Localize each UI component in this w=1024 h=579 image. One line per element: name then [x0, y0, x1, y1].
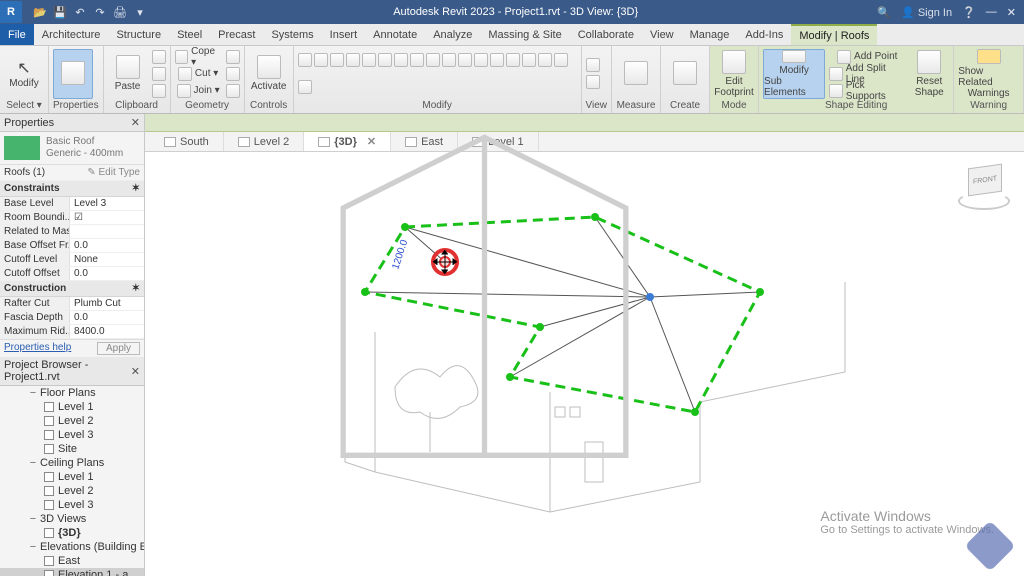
- modify-tool-icon[interactable]: [394, 52, 408, 68]
- tab-massing[interactable]: Massing & Site: [480, 24, 569, 45]
- view-cube[interactable]: FRONT: [954, 160, 1014, 220]
- title-bar: R 📂 💾 ↶ ↷ 🖨 ▾ Autodesk Revit 2023 - Proj…: [0, 0, 1024, 24]
- app-menu-button[interactable]: R: [0, 1, 22, 23]
- ribbon-group-warning: Show RelatedWarnings Warning: [954, 46, 1024, 113]
- view-icon[interactable]: [586, 74, 600, 90]
- pick-supports-button[interactable]: Pick Supports: [829, 83, 905, 99]
- filter-selector[interactable]: Roofs (1): [4, 167, 45, 178]
- search-icon[interactable]: 🔍: [877, 6, 891, 19]
- close-icon[interactable]: ✕: [1007, 6, 1016, 19]
- modify-tool-icon[interactable]: [298, 79, 312, 95]
- modify-tool-icon[interactable]: [554, 52, 568, 68]
- modify-tool-icon[interactable]: [298, 52, 312, 68]
- signin-button[interactable]: 👤 Sign In: [901, 6, 952, 19]
- modify-tool-icon[interactable]: [410, 52, 424, 68]
- paste-button[interactable]: Paste: [108, 49, 148, 99]
- edit-footprint-button[interactable]: EditFootprint: [714, 49, 754, 99]
- reset-shape-button[interactable]: ResetShape: [909, 49, 949, 99]
- modify-tool-icon[interactable]: [474, 52, 488, 68]
- geom-icon-2[interactable]: [226, 66, 240, 82]
- tab-insert[interactable]: Insert: [322, 24, 366, 45]
- modify-tool-icon[interactable]: [362, 52, 376, 68]
- cut-clipboard-button[interactable]: [152, 49, 166, 65]
- modify-tool-icon[interactable]: [538, 52, 552, 68]
- modify-tool-icon[interactable]: [442, 52, 456, 68]
- tree-node[interactable]: {3D}: [0, 526, 144, 540]
- tab-collaborate[interactable]: Collaborate: [570, 24, 642, 45]
- tab-architecture[interactable]: Architecture: [34, 24, 109, 45]
- qat-redo-icon[interactable]: ↷: [92, 4, 108, 20]
- ribbon-tabs: File Architecture Structure Steel Precas…: [0, 24, 1024, 46]
- tab-addins[interactable]: Add-Ins: [737, 24, 791, 45]
- tab-systems[interactable]: Systems: [263, 24, 321, 45]
- join-button[interactable]: Join ▾: [175, 83, 222, 99]
- cut-geom-button[interactable]: Cut ▾: [175, 66, 222, 82]
- modify-tool-icon[interactable]: [458, 52, 472, 68]
- qat-undo-icon[interactable]: ↶: [72, 4, 88, 20]
- ribbon-group-select: ↖Modify Select ▾: [0, 46, 49, 113]
- tab-steel[interactable]: Steel: [169, 24, 210, 45]
- tab-manage[interactable]: Manage: [682, 24, 738, 45]
- activate-button[interactable]: Activate: [249, 49, 289, 99]
- help-icon[interactable]: ❔: [962, 6, 976, 19]
- measure-button[interactable]: [616, 49, 656, 99]
- geom-icon-1[interactable]: [226, 49, 240, 65]
- create-button[interactable]: [665, 49, 705, 99]
- tab-annotate[interactable]: Annotate: [365, 24, 425, 45]
- modify-button[interactable]: ↖Modify: [4, 49, 44, 99]
- tree-node[interactable]: Elevation 1 - a: [0, 568, 144, 576]
- modify-tool-icon[interactable]: [314, 52, 328, 68]
- tab-precast[interactable]: Precast: [210, 24, 263, 45]
- qat-more-icon[interactable]: ▾: [132, 4, 148, 20]
- tree-node[interactable]: East: [0, 554, 144, 568]
- modify-tool-icon[interactable]: [522, 52, 536, 68]
- drawing-canvas[interactable]: 1200.0 FRONT Activate Windows Go to Sett…: [145, 152, 1024, 576]
- preview-outline: [45, 102, 924, 526]
- show-warnings-button[interactable]: Show RelatedWarnings: [958, 49, 1019, 99]
- geom-icon-3[interactable]: [226, 83, 240, 99]
- tab-structure[interactable]: Structure: [108, 24, 169, 45]
- type-thumbnail: [4, 136, 40, 160]
- tab-file[interactable]: File: [0, 24, 34, 45]
- qat-open-icon[interactable]: 📂: [32, 4, 48, 20]
- qat-print-icon[interactable]: 🖨: [112, 4, 128, 20]
- group-label-select: Select ▾: [4, 99, 44, 113]
- quick-access-toolbar: 📂 💾 ↶ ↷ 🖨 ▾: [26, 4, 154, 20]
- tab-modify-roofs[interactable]: Modify | Roofs: [791, 24, 877, 45]
- modify-tool-icon[interactable]: [378, 52, 392, 68]
- copy-clipboard-button[interactable]: [152, 66, 166, 82]
- modify-tool-icon[interactable]: [330, 52, 344, 68]
- tab-view[interactable]: View: [642, 24, 682, 45]
- modify-tool-icon[interactable]: [490, 52, 504, 68]
- properties-button[interactable]: [53, 49, 93, 99]
- qat-save-icon[interactable]: 💾: [52, 4, 68, 20]
- group-label-warning: Warning: [958, 99, 1019, 113]
- tab-analyze[interactable]: Analyze: [425, 24, 480, 45]
- minimize-icon[interactable]: —: [986, 6, 997, 18]
- modify-tool-icon[interactable]: [506, 52, 520, 68]
- modify-tool-icon[interactable]: [426, 52, 440, 68]
- window-title: Autodesk Revit 2023 - Project1.rvt - 3D …: [154, 6, 877, 18]
- modify-sub-elements-button[interactable]: ModifySub Elements: [763, 49, 825, 99]
- match-button[interactable]: [152, 83, 166, 99]
- modify-tool-icon[interactable]: [346, 52, 360, 68]
- tree-node[interactable]: −Elevations (Building Elevation: [0, 540, 144, 554]
- windows-watermark: Activate Windows Go to Settings to activ…: [820, 508, 994, 536]
- cope-button[interactable]: Cope ▾: [175, 49, 222, 65]
- view-icon[interactable]: [586, 57, 600, 73]
